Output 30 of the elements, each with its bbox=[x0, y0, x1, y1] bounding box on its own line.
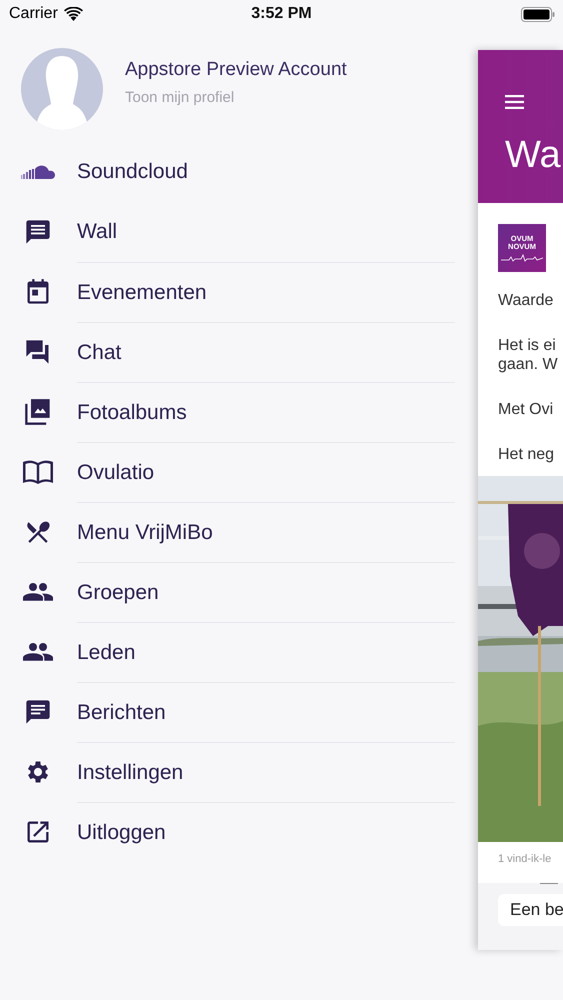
menu-item[interactable]: Soundcloud bbox=[0, 142, 478, 202]
photos-icon bbox=[24, 398, 52, 426]
comment-icon bbox=[24, 218, 52, 246]
menu-item[interactable]: Menu VrijMiBo bbox=[0, 502, 478, 562]
menu-item[interactable]: Chat bbox=[0, 322, 478, 382]
message-icon bbox=[24, 698, 52, 726]
menu-item[interactable]: Berichten bbox=[0, 682, 478, 742]
carrier-label: Carrier bbox=[9, 5, 58, 23]
menu-item[interactable]: Groepen bbox=[0, 562, 478, 622]
profile-name: Appstore Preview Account bbox=[125, 58, 347, 80]
wifi-icon bbox=[64, 7, 83, 21]
comment-field[interactable]: Een be bbox=[498, 894, 563, 926]
menu-item[interactable]: Evenementen bbox=[0, 262, 478, 322]
menu-item[interactable]: Fotoalbums bbox=[0, 382, 478, 442]
menu-icon[interactable] bbox=[505, 95, 524, 109]
cloud-icon bbox=[21, 165, 55, 179]
menu-item[interactable]: Wall bbox=[0, 202, 478, 262]
menu-item[interactable]: Ovulatio bbox=[0, 442, 478, 502]
menu-item[interactable]: Leden bbox=[0, 622, 478, 682]
post-text: Waarde bbox=[498, 291, 554, 310]
post-text: Met Ovi bbox=[498, 400, 554, 419]
status-time: 3:52 PM bbox=[251, 5, 312, 23]
menu-item[interactable]: Instellingen bbox=[0, 742, 478, 802]
book-icon bbox=[22, 459, 54, 485]
like-count: 1 vind-ik-le bbox=[478, 842, 563, 883]
page-title: Wa bbox=[505, 136, 562, 174]
menu-item[interactable]: Uitloggen bbox=[0, 802, 478, 862]
battery-icon bbox=[521, 6, 555, 22]
post-text: Het neg bbox=[498, 445, 556, 464]
post-text: Het is ei gaan. W bbox=[498, 336, 559, 374]
